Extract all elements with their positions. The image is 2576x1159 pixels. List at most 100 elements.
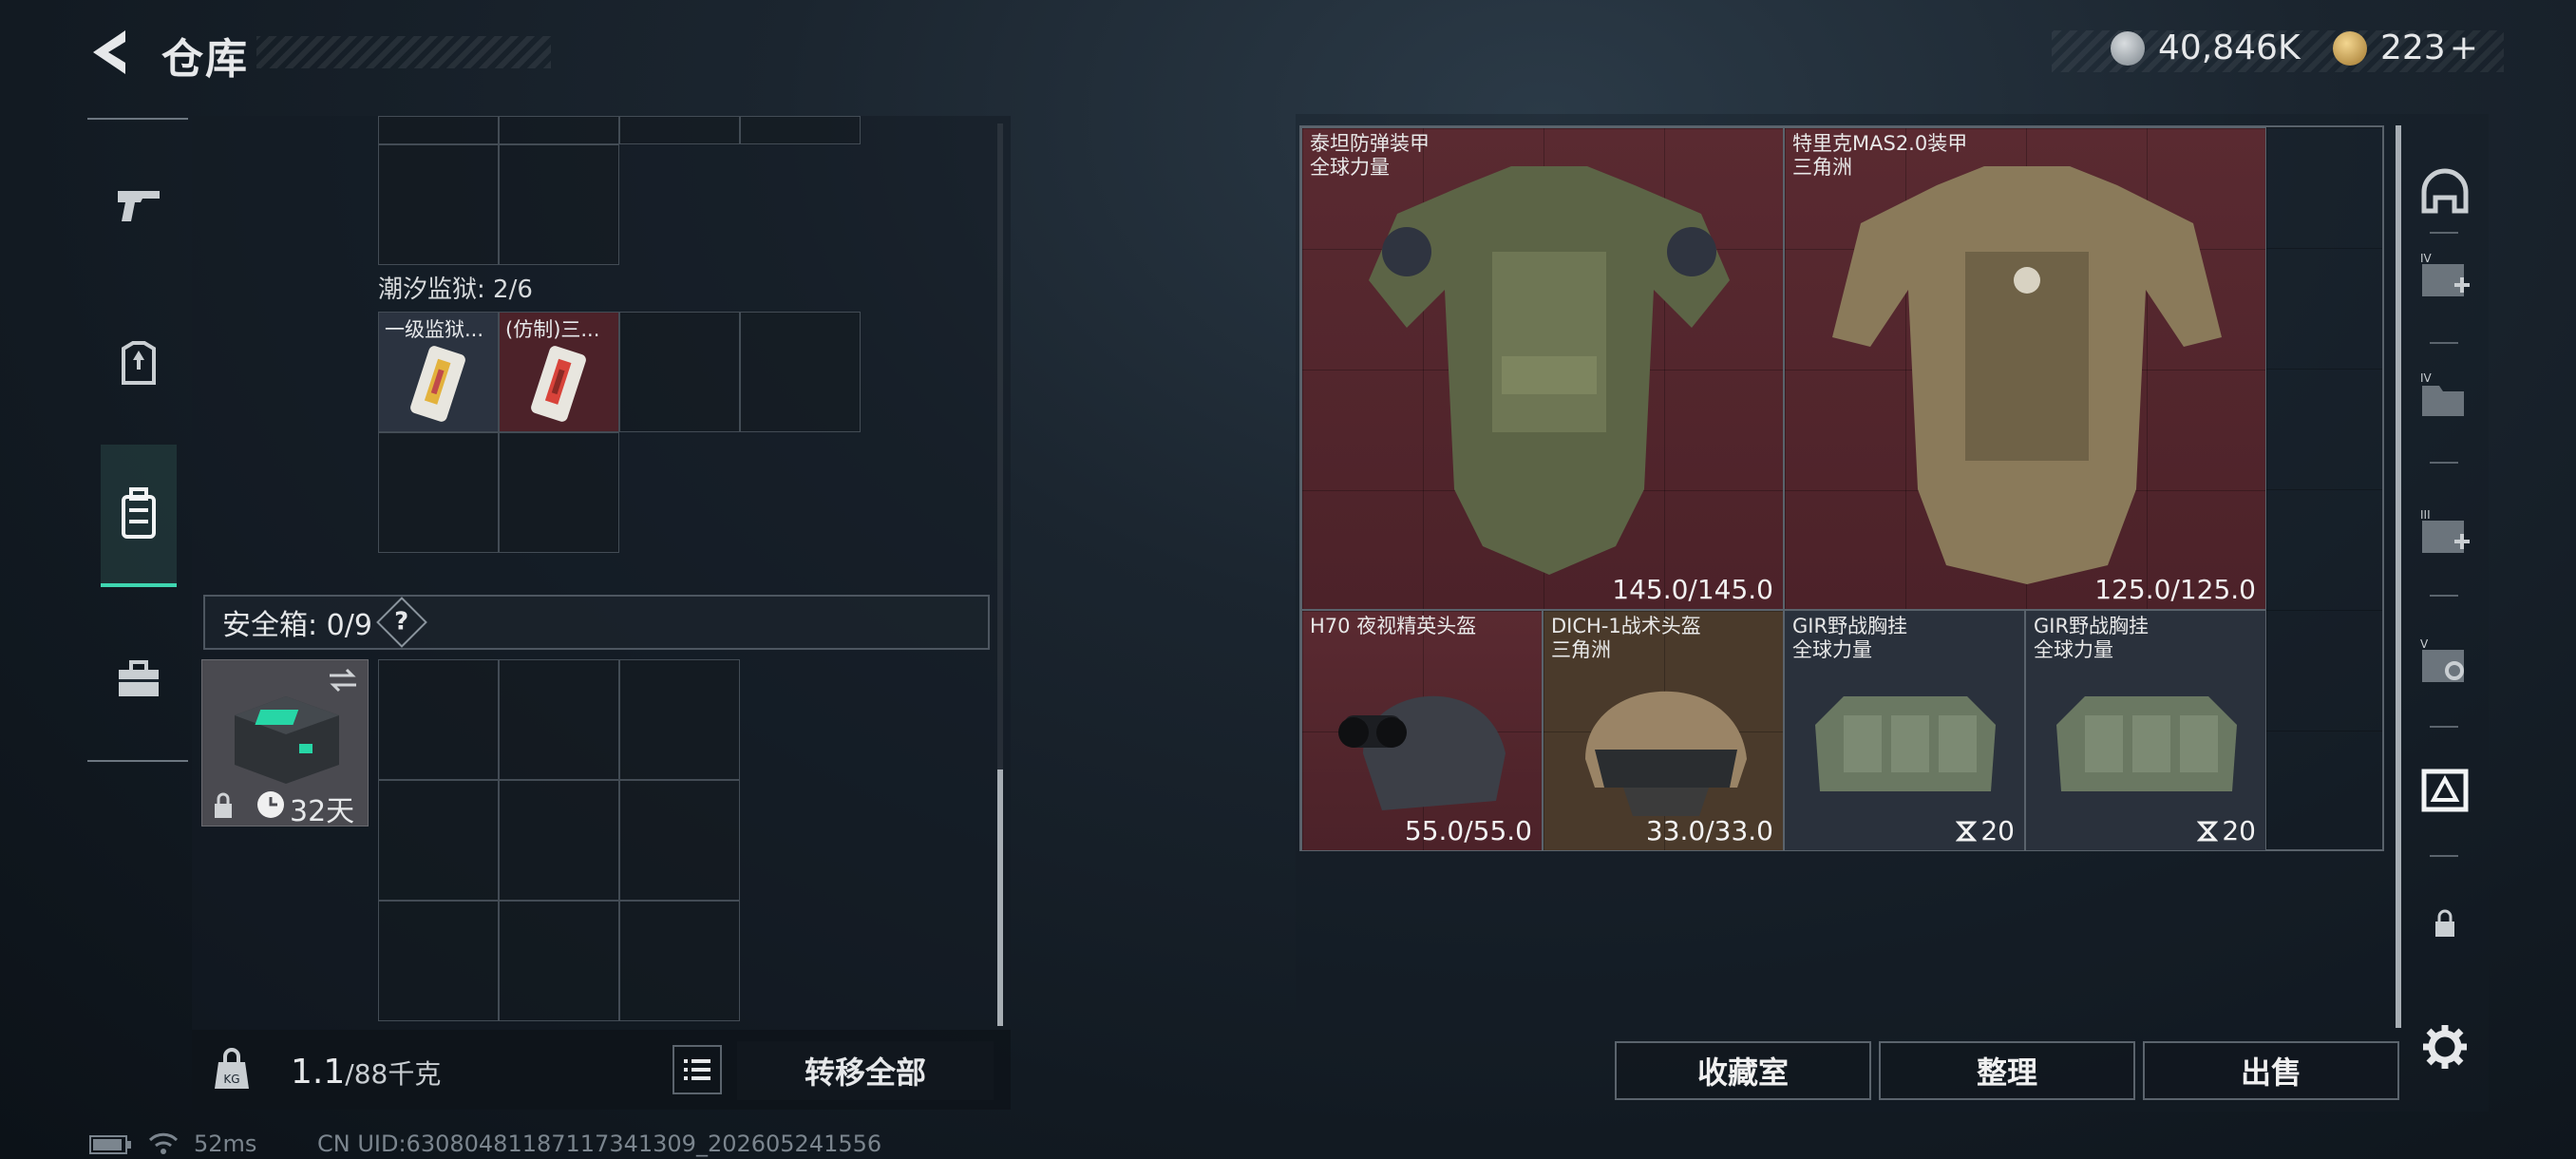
help-icon: ? bbox=[394, 608, 409, 636]
chest-rig-icon bbox=[2056, 696, 2237, 791]
armor-icon bbox=[122, 341, 156, 385]
lock-icon bbox=[2435, 909, 2454, 937]
organize-button[interactable]: 整理 bbox=[1879, 1041, 2135, 1100]
item-name: 泰坦防弹装甲 全球力量 bbox=[1310, 132, 1430, 179]
tab-equipment[interactable] bbox=[101, 312, 177, 416]
grid-cell[interactable] bbox=[740, 116, 861, 144]
filter-special[interactable] bbox=[2413, 758, 2477, 823]
helmet-filter-icon bbox=[2421, 168, 2469, 214]
inventory-grid: 泰坦防弹装甲 全球力量 145.0/145.0 特里克MAS2.0装甲 三角洲 12… bbox=[1299, 125, 2384, 851]
svg-text:V: V bbox=[2420, 637, 2429, 651]
inventory-item[interactable]: H70 夜视精英头盔 55.0/55.0 bbox=[1301, 610, 1543, 851]
currency-1: 40,846K bbox=[2111, 28, 2301, 67]
item-durability: 125.0/125.0 bbox=[2094, 574, 2256, 605]
sidebar-separator bbox=[2430, 232, 2458, 234]
tidal-prison-label: 潮汐监狱: 2/6 bbox=[378, 276, 533, 304]
svg-text:III: III bbox=[2420, 508, 2431, 522]
sidebar-separator bbox=[2430, 462, 2458, 464]
sidebar-separator bbox=[2430, 342, 2458, 344]
filter-locked[interactable] bbox=[2413, 891, 2477, 956]
sidebar-bottom-line bbox=[87, 760, 188, 762]
inventory-item[interactable]: 特里克MAS2.0装甲 三角洲 125.0/125.0 bbox=[1784, 127, 2266, 610]
tidal-item-1[interactable]: 一级监狱... bbox=[378, 312, 499, 432]
medkit-filter-icon: IV bbox=[2420, 252, 2470, 296]
inventory-item[interactable]: GIR野战胸挂 全球力量 20 bbox=[2025, 610, 2266, 851]
back-button[interactable] bbox=[87, 27, 135, 78]
special-filter-icon bbox=[2421, 769, 2469, 812]
inventory-item[interactable]: DICH-1战术头盔 三角洲 33.0/33.0 bbox=[1543, 610, 1784, 851]
safe-box-item[interactable]: 32天 bbox=[201, 659, 369, 828]
grid-cell[interactable] bbox=[619, 116, 740, 144]
right-scrollbar-thumb[interactable] bbox=[2396, 125, 2401, 1028]
grid-cell[interactable] bbox=[619, 901, 740, 1021]
tab-weapons[interactable] bbox=[101, 152, 177, 256]
item-durability: 33.0/33.0 bbox=[1645, 815, 1773, 846]
ping-readout: 52ms bbox=[194, 1130, 257, 1157]
grid-cell[interactable] bbox=[499, 659, 619, 780]
currency-2[interactable]: 223 + bbox=[2333, 28, 2478, 67]
filter-medical[interactable]: IV bbox=[2413, 245, 2477, 310]
inventory-item[interactable]: GIR野战胸挂 全球力量 20 bbox=[1784, 610, 2025, 851]
grid-cell[interactable] bbox=[619, 780, 740, 901]
clock-icon bbox=[257, 791, 284, 818]
grid-cell[interactable] bbox=[378, 144, 499, 265]
grid-cell[interactable] bbox=[499, 901, 619, 1021]
item-name: GIR野战胸挂 全球力量 bbox=[2034, 615, 2150, 661]
grid-cell[interactable] bbox=[378, 901, 499, 1021]
add-currency-button[interactable]: + bbox=[2450, 28, 2478, 67]
grid-cell[interactable] bbox=[499, 432, 619, 553]
grid-cell[interactable] bbox=[499, 116, 619, 144]
filter-medkit-2[interactable]: III bbox=[2413, 502, 2477, 566]
safe-days-remaining: 32天 bbox=[290, 795, 355, 828]
item-name: H70 夜视精英头盔 bbox=[1310, 615, 1477, 637]
lock-icon bbox=[215, 792, 232, 818]
filter-all[interactable] bbox=[2413, 160, 2477, 224]
help-button[interactable]: ? bbox=[376, 597, 427, 648]
settings-button[interactable] bbox=[2413, 1015, 2477, 1079]
medkit-filter-icon: III bbox=[2420, 508, 2470, 553]
sell-button[interactable]: 出售 bbox=[2143, 1041, 2399, 1100]
backpack-icon bbox=[122, 487, 156, 539]
grid-cell[interactable] bbox=[619, 312, 740, 432]
grid-cell[interactable] bbox=[378, 116, 499, 144]
currency-2-value: 223 bbox=[2380, 28, 2446, 67]
item-name: 一级监狱... bbox=[385, 318, 484, 341]
capacity-icon bbox=[1956, 821, 1978, 841]
tab-container[interactable] bbox=[101, 445, 177, 587]
gold-coin-icon bbox=[2333, 30, 2367, 66]
grid-cell[interactable] bbox=[499, 144, 619, 265]
title-decoration bbox=[256, 36, 551, 68]
silver-coin-icon bbox=[2111, 30, 2145, 66]
filter-folder[interactable]: IV bbox=[2413, 365, 2477, 429]
list-view-button[interactable] bbox=[672, 1045, 722, 1094]
grid-cell[interactable] bbox=[378, 432, 499, 553]
grid-cell[interactable] bbox=[378, 780, 499, 901]
container-grid-top bbox=[378, 116, 861, 144]
safe-box-grid bbox=[378, 659, 740, 1021]
grid-cell[interactable] bbox=[499, 780, 619, 901]
gun-icon bbox=[118, 191, 160, 221]
filter-key[interactable]: V bbox=[2413, 631, 2477, 695]
briefcase-icon bbox=[119, 660, 159, 696]
list-icon bbox=[684, 1059, 710, 1080]
svg-text:IV: IV bbox=[2420, 371, 2433, 385]
grid-cell[interactable] bbox=[740, 312, 861, 432]
grid-cell[interactable] bbox=[378, 659, 499, 780]
item-name: DICH-1战术头盔 三角洲 bbox=[1551, 615, 1701, 661]
keycard-icon bbox=[410, 346, 465, 422]
tidal-item-2[interactable]: (仿制)三... bbox=[499, 312, 619, 432]
tactical-helmet-icon bbox=[1585, 691, 1747, 816]
inventory-item[interactable]: 泰坦防弹装甲 全球力量 145.0/145.0 bbox=[1301, 127, 1784, 610]
safe-box-label: 安全箱: 0/9 bbox=[222, 609, 372, 642]
collection-room-button[interactable]: 收藏室 bbox=[1615, 1041, 1871, 1100]
weight-max: /88千克 bbox=[345, 1058, 442, 1090]
folder-filter-icon: IV bbox=[2420, 371, 2464, 416]
tab-toolkit[interactable] bbox=[101, 627, 177, 732]
item-name: GIR野战胸挂 全球力量 bbox=[1792, 615, 1908, 661]
sidebar-separator bbox=[2430, 855, 2458, 857]
grid-cell[interactable] bbox=[619, 659, 740, 780]
safe-box-header: 安全箱: 0/9 ? bbox=[203, 595, 990, 650]
transfer-all-button[interactable]: 转移全部 bbox=[737, 1041, 994, 1100]
left-scrollbar-thumb[interactable] bbox=[997, 770, 1003, 1026]
item-name: 特里克MAS2.0装甲 三角洲 bbox=[1792, 132, 1968, 179]
